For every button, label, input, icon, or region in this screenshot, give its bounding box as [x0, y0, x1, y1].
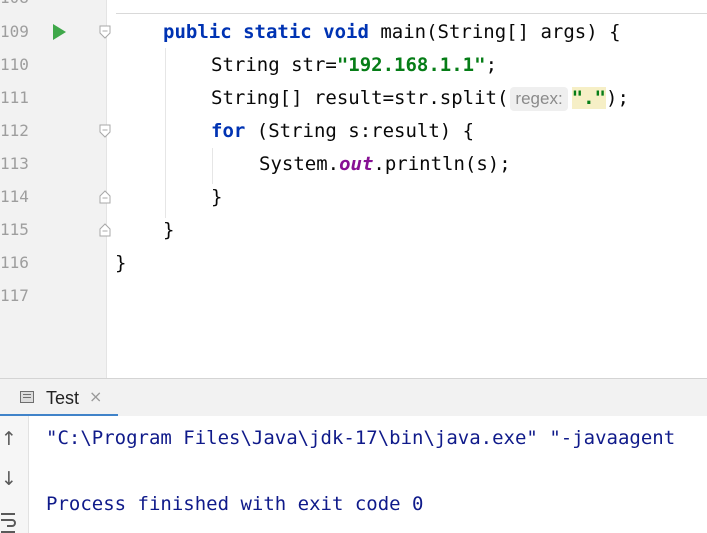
- run-tab-test[interactable]: Test ×: [0, 379, 118, 417]
- code-line-116: }: [115, 252, 127, 274]
- line-number: 113: [0, 154, 29, 173]
- down-arrow-icon[interactable]: ↓: [0, 468, 18, 490]
- fold-icon[interactable]: [99, 190, 111, 204]
- code-text: main(String[] args) {: [368, 21, 621, 43]
- line-number: 115: [0, 220, 29, 239]
- code-line-113: System.out.println(s);: [259, 152, 511, 176]
- code-line-115: }: [163, 219, 175, 241]
- fold-icon[interactable]: [99, 25, 111, 39]
- code-text: String str=: [211, 54, 337, 76]
- keyword: public static void: [163, 21, 369, 43]
- string-literal: ".": [571, 87, 606, 109]
- editor-gutter[interactable]: 108 109 110 111 112 113 114 115 116 117: [0, 0, 111, 378]
- run-icon[interactable]: [53, 24, 66, 40]
- line-number: 112: [0, 121, 29, 140]
- tab-label: Test: [46, 388, 80, 408]
- code-line-111: String[] result=str.split(regex: ".");: [211, 86, 629, 111]
- code-text: String[] result=str.split(: [211, 87, 509, 109]
- code-text: .println(s);: [373, 153, 511, 175]
- code-line-112: for (String s:result) {: [211, 119, 474, 143]
- fold-icon[interactable]: [99, 124, 111, 138]
- indent-guide: [212, 148, 213, 184]
- line-number: 114: [0, 187, 29, 206]
- console-output[interactable]: ↑ ↓ "C:\Program Files\Java\jdk-17\bin\ja…: [0, 416, 707, 533]
- console-line: "C:\Program Files\Java\jdk-17\bin\java.e…: [46, 427, 676, 449]
- console-line: Process finished with exit code 0: [46, 493, 424, 515]
- code-editor[interactable]: 108 109 110 111 112 113 114 115 116 117 …: [0, 0, 707, 378]
- code-line-114: }: [211, 186, 223, 208]
- code-text: );: [606, 87, 629, 109]
- line-number: 109: [0, 22, 29, 41]
- code-line-109: public static void main(String[] args) {: [163, 20, 621, 44]
- method-separator: [116, 13, 707, 14]
- console-toolbar: ↑ ↓: [0, 416, 29, 533]
- code-text: ;: [485, 54, 498, 76]
- fold-icon[interactable]: [99, 223, 111, 237]
- static-field: out: [339, 153, 374, 175]
- soft-wrap-icon[interactable]: [0, 512, 17, 533]
- code-line-110: String str="192.168.1.1";: [211, 53, 497, 77]
- line-number: 108: [0, 0, 30, 8]
- line-number: 116: [0, 253, 29, 272]
- indent-guide: [165, 48, 166, 218]
- code-text: System.: [259, 153, 340, 175]
- line-number: 111: [0, 88, 29, 107]
- console-tab-icon: [20, 391, 34, 403]
- code-text: (String s:result) {: [245, 120, 475, 142]
- line-number: 110: [0, 55, 29, 74]
- keyword: for: [211, 120, 246, 142]
- parameter-hint: regex:: [510, 87, 568, 111]
- run-tool-window-header: Test ×: [0, 378, 707, 417]
- line-number: 117: [0, 286, 29, 305]
- up-arrow-icon[interactable]: ↑: [0, 428, 18, 450]
- string-literal: "192.168.1.1": [336, 54, 486, 76]
- close-icon[interactable]: ×: [89, 387, 102, 406]
